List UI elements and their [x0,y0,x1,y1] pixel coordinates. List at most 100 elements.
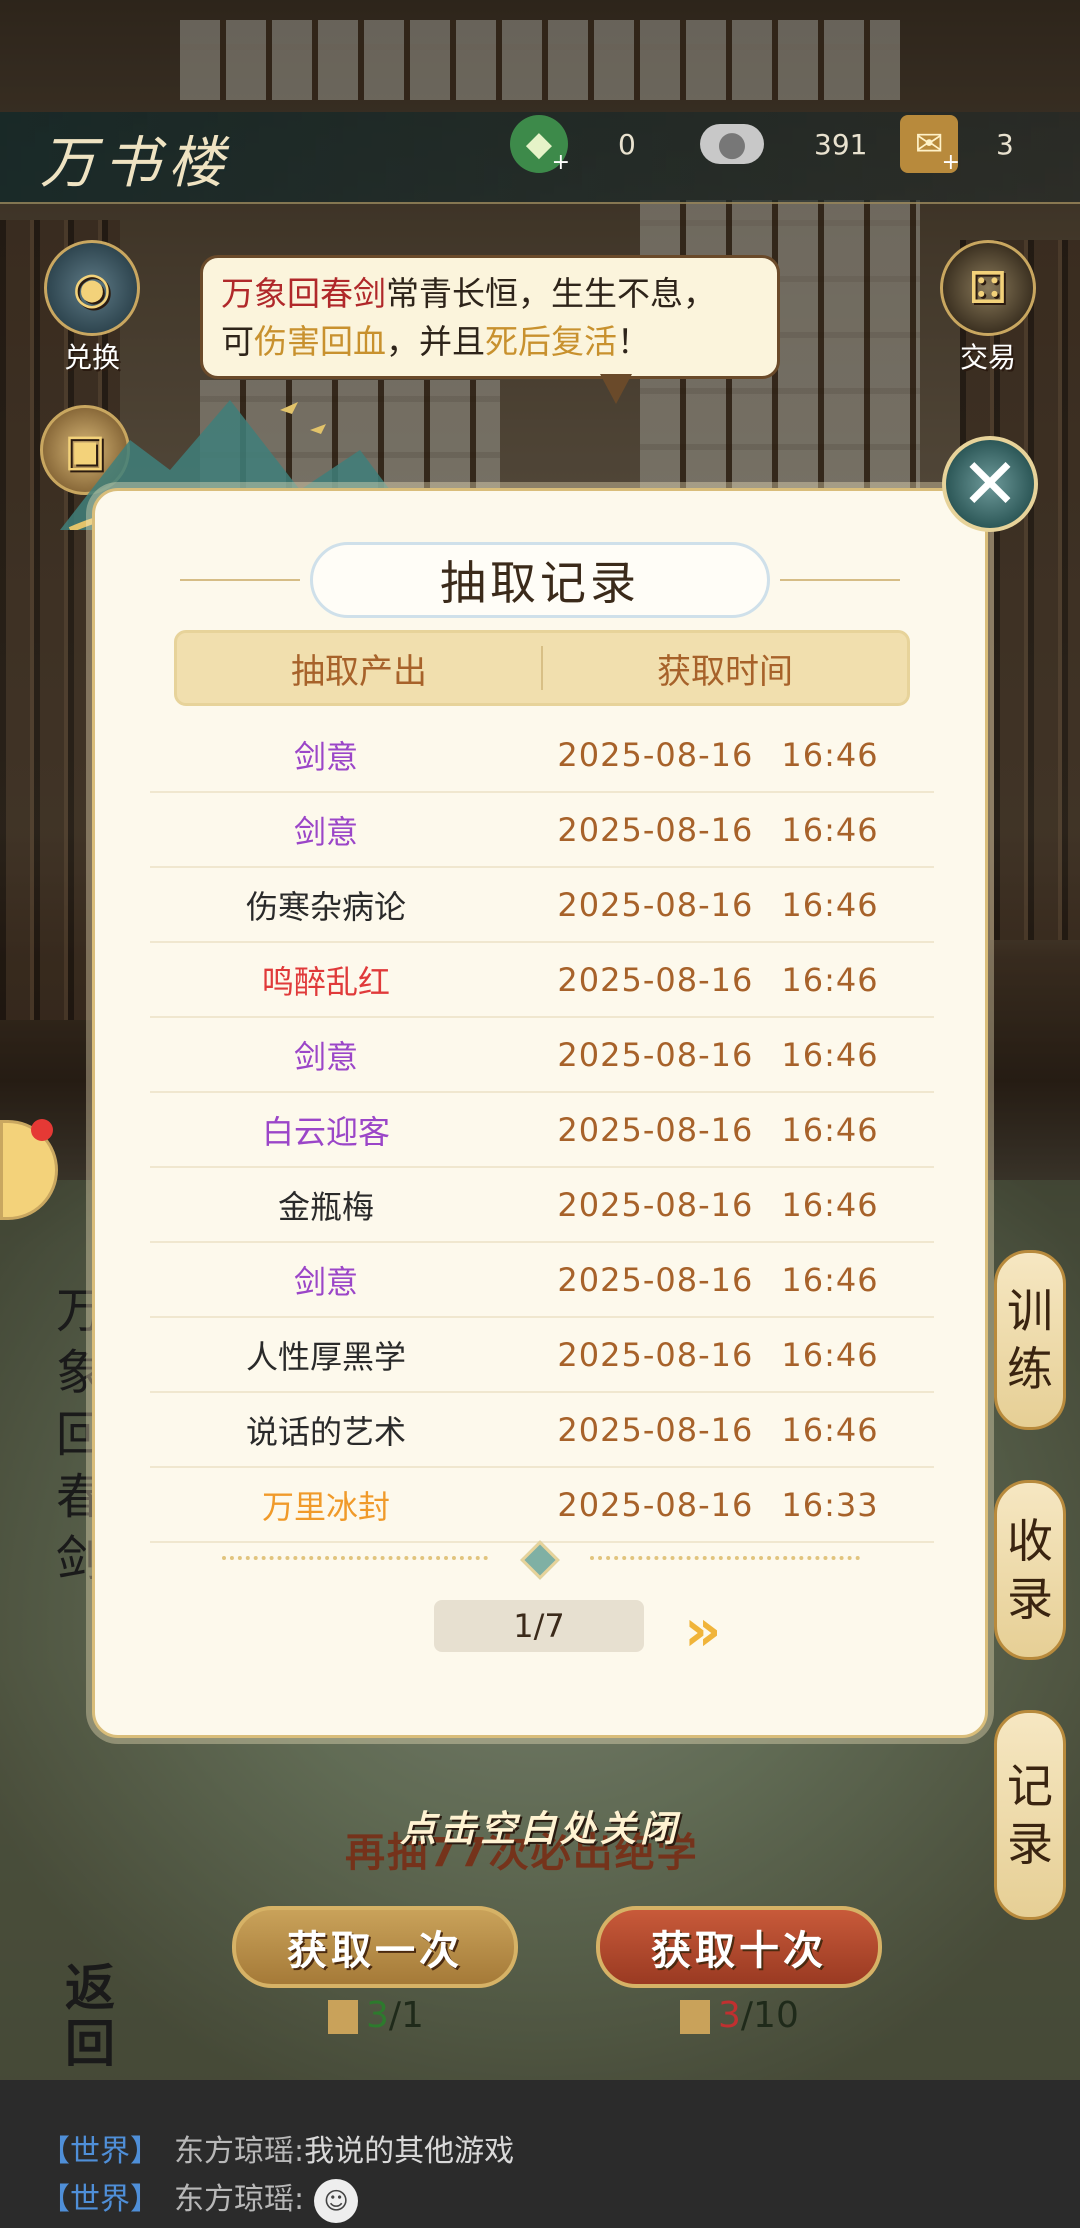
record-clock: 16:46 [781,1035,879,1074]
record-item-name: 人性厚黑学 [245,1337,406,1376]
silver-ingot-icon: ● [700,124,764,164]
draw-ten-button[interactable]: 获取十次 [596,1906,882,1988]
page-title: 万书楼 [40,131,232,196]
draw-once-button[interactable]: 获取一次 [232,1906,518,1988]
bubble-text-1: 常青长恒，生生不息， [386,274,716,313]
world-chat[interactable]: 【世界】 东方琼瑶:我说的其他游戏 【世界】 东方琼瑶: ☺ [0,2080,1080,2228]
tab-train[interactable]: 训 练 [994,1250,1066,1430]
chat-channel: 【世界】 [40,2182,160,2217]
table-row: 剑意 2025-08-16 16:46 [150,1243,934,1318]
record-clock: 16:46 [781,1335,879,1374]
banner-line-left [180,579,300,581]
table-row: 人性厚黑学 2025-08-16 16:46 [150,1318,934,1393]
record-item-name: 鸣醉乱红 [261,962,390,1001]
record-clock: 16:46 [781,1260,879,1299]
exchange-icon: ◉ [44,240,140,336]
record-clock: 16:33 [781,1485,879,1524]
record-time: 2025-08-16 16:46 [502,1186,934,1224]
record-time: 2025-08-16 16:46 [502,961,934,999]
cost-need: /1 [388,1995,424,2036]
notification-dot [31,1119,53,1141]
cost-have: 3 [718,1995,741,2036]
resource-jade-value: 0 [618,127,636,161]
record-date: 2025-08-16 [557,735,754,774]
record-clock: 16:46 [781,1110,879,1149]
record-time: 2025-08-16 16:46 [502,1261,934,1299]
speech-bubble: 万象回春剑常青长恒，生生不息， 可伤害回血，并且死后复活！ [200,255,780,379]
tab-collect-char: 录 [1007,1572,1053,1626]
chat-line: 【世界】 东方琼瑶: ☺ [40,2176,1080,2224]
record-clock: 16:46 [781,1185,879,1224]
draw-ten-cost: 3/10 [680,1995,799,2036]
record-time: 2025-08-16 16:46 [502,1111,934,1149]
resource-scroll[interactable]: ✉ + 3 [900,115,1014,175]
tab-train-char: 练 [1007,1342,1053,1396]
exchange-button[interactable]: ◉ 兑换 [44,240,140,376]
table-header: 抽取产出 获取时间 [174,630,910,706]
tab-record[interactable]: 记 录 [994,1710,1066,1920]
divider-right [590,1556,860,1560]
tab-collect[interactable]: 收 录 [994,1480,1066,1660]
table-row: 剑意 2025-08-16 16:46 [150,718,934,793]
close-hint: 点击空白处关闭 [400,1809,681,1850]
back-button[interactable]: 返 回 [20,1960,160,2080]
cost-have: 3 [366,1995,389,2036]
close-icon[interactable]: ✕ [942,436,1038,532]
abacus-icon: ⚃ [940,240,1036,336]
record-date: 2025-08-16 [557,960,754,999]
column-item: 抽取产出 [291,651,427,692]
resource-silver[interactable]: ● 391 [700,116,867,172]
trade-label: 交易 [959,341,1016,374]
record-time: 2025-08-16 16:33 [502,1486,934,1524]
bubble-skill-name: 万象回春剑 [221,274,386,313]
bubble-highlight-1: 伤害回血 [254,322,386,361]
column-time: 获取时间 [657,651,793,692]
record-date: 2025-08-16 [557,1260,754,1299]
chat-channel: 【世界】 [40,2134,160,2169]
tab-train-char: 训 [1007,1284,1053,1338]
scroll-ticket-icon [328,2000,358,2034]
record-time: 2025-08-16 16:46 [502,736,934,774]
record-item-name: 说话的艺术 [245,1412,406,1451]
tab-collect-char: 收 [1007,1514,1053,1568]
bubble-text-4: ！ [617,322,650,361]
laughing-emoji-icon: ☺ [314,2178,359,2223]
page-indicator: 1/7 [434,1600,644,1652]
record-item-name: 伤寒杂病论 [245,887,406,926]
back-char: 回 [65,2014,115,2073]
record-clock: 16:46 [781,735,879,774]
banner-line-right [780,579,900,581]
jade-token-icon: ◆ + [510,115,570,175]
divider-left [222,1556,488,1560]
draw-once-cost: 3/1 [328,1995,424,2036]
next-page-chevron-icon[interactable]: » [684,1596,722,1664]
record-clock: 16:46 [781,960,879,999]
table-row: 剑意 2025-08-16 16:46 [150,1018,934,1093]
record-date: 2025-08-16 [557,810,754,849]
record-date: 2025-08-16 [557,885,754,924]
record-clock: 16:46 [781,810,879,849]
bubble-text-2: 可 [221,322,254,361]
record-item-name: 白云迎客 [261,1112,390,1151]
table-row: 剑意 2025-08-16 16:46 [150,793,934,868]
record-time: 2025-08-16 16:46 [502,886,934,924]
record-list[interactable]: 剑意 2025-08-16 16:46 剑意 2025-08-16 16:46 伤寒杂病论 2… [150,718,934,1543]
bubble-tail [600,374,632,404]
bubble-text-3: ，并且 [386,322,485,361]
resource-jade[interactable]: ◆ + 0 [510,115,636,175]
record-item-name: 金瓶梅 [277,1187,374,1226]
record-time: 2025-08-16 16:46 [502,1336,934,1374]
exchange-label: 兑换 [63,341,120,374]
record-item-name: 剑意 [293,737,358,776]
tab-record-char: 录 [1007,1817,1053,1871]
chat-message: 我说的其他游戏 [304,2134,515,2169]
table-row: 金瓶梅 2025-08-16 16:46 [150,1168,934,1243]
record-time: 2025-08-16 16:46 [502,1411,934,1449]
cost-need: /10 [740,1995,799,2036]
modal-title: 抽取记录 [310,542,770,618]
bubble-highlight-2: 死后复活 [485,322,617,361]
record-date: 2025-08-16 [557,1185,754,1224]
trade-button[interactable]: ⚃ 交易 [940,240,1036,376]
record-item-name: 万里冰封 [261,1487,390,1526]
scroll-ticket-icon: ✉ + [900,115,960,175]
